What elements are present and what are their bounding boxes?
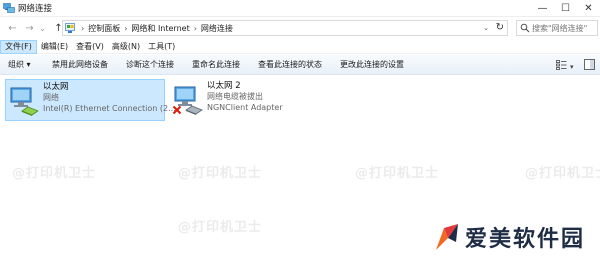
title-bar: 网络连接 — ☐ ✕ <box>0 0 600 17</box>
organize-button[interactable]: 组织 ▾ <box>8 55 31 75</box>
breadcrumb-network-connections[interactable]: 网络连接 <box>201 23 233 34</box>
menu-file[interactable]: 文件(F) <box>0 39 37 54</box>
breadcrumb-separator: › <box>124 23 128 33</box>
diagnose-connection-button[interactable]: 诊断这个连接 <box>126 55 174 75</box>
watermark-text: @打印机卫士 <box>355 166 440 181</box>
connection-item-ethernet[interactable]: 以太网 网络 Intel(R) Ethernet Connection (2..… <box>5 79 176 121</box>
back-arrow-icon[interactable]: ← <box>6 19 19 37</box>
connection-status: 网络电缆被拔出 <box>207 92 263 101</box>
search-icon <box>520 23 530 33</box>
network-connections-icon <box>3 2 15 14</box>
refresh-icon[interactable]: ↻ <box>496 22 504 33</box>
watermark-text: @打印机卫士 <box>525 166 600 181</box>
rename-connection-button[interactable]: 重命名此连接 <box>192 55 240 75</box>
close-button[interactable]: ✕ <box>577 0 600 17</box>
control-panel-icon <box>65 22 77 34</box>
menu-bar: 文件(F) 编辑(E) 查看(V) 高级(N) 工具(T) <box>0 39 600 54</box>
address-dropdown-icon[interactable]: ⌄ <box>483 24 489 32</box>
menu-view[interactable]: 查看(V) <box>72 40 108 54</box>
brand-name: 爱美软件园 <box>465 227 586 252</box>
disable-device-button[interactable]: 禁用此网络设备 <box>52 55 108 75</box>
network-adapter-icon <box>8 83 40 117</box>
change-settings-button[interactable]: 更改此连接的设置 <box>340 55 404 75</box>
connection-name: 以太网 <box>43 82 69 92</box>
connection-item-ethernet-2[interactable]: 以太网 2 网络电缆被拔出 NGNClient Adapter <box>170 79 330 121</box>
breadcrumb-separator: › <box>193 23 197 33</box>
brand-watermark: 爱美软件园 <box>434 221 585 253</box>
breadcrumb-control-panel[interactable]: 控制面板 <box>88 23 120 34</box>
maximize-button[interactable]: ☐ <box>554 0 577 17</box>
breadcrumb-separator: › <box>81 23 85 33</box>
breadcrumb-network-internet[interactable]: 网络和 Internet <box>131 23 189 34</box>
search-input[interactable] <box>532 23 596 33</box>
recent-locations-icon[interactable]: ⌄ <box>36 19 49 37</box>
menu-tools[interactable]: 工具(T) <box>144 40 179 54</box>
connection-adapter: Intel(R) Ethernet Connection (2... <box>43 103 176 113</box>
menu-edit[interactable]: 编辑(E) <box>37 40 72 54</box>
watermark-text: @打印机卫士 <box>178 166 263 181</box>
minimize-button[interactable]: — <box>531 0 554 17</box>
view-status-button[interactable]: 查看此连接的状态 <box>258 55 322 75</box>
forward-arrow-icon[interactable]: → <box>23 19 36 37</box>
connection-status: 网络 <box>43 93 59 102</box>
view-options-dropdown[interactable]: ▾ <box>570 63 574 71</box>
menu-advanced[interactable]: 高级(N) <box>108 40 144 54</box>
change-view-icon[interactable] <box>556 60 567 73</box>
watermark-text: @打印机卫士 <box>12 166 97 181</box>
brand-logo-icon <box>434 222 460 252</box>
connection-name: 以太网 2 <box>207 81 241 91</box>
preview-pane-icon[interactable] <box>584 59 595 73</box>
disconnected-x-icon <box>172 105 182 118</box>
navigation-bar: ← → ⌄ ↑ › 控制面板 › 网络和 Internet › 网络连接 ⌄ ↻ <box>0 17 600 39</box>
search-box[interactable] <box>516 20 598 36</box>
window-title: 网络连接 <box>18 4 53 14</box>
command-bar: 组织 ▾ 禁用此网络设备 诊断这个连接 重命名此连接 查看此连接的状态 更改此连… <box>0 55 600 75</box>
watermark-text: @打印机卫士 <box>178 220 263 235</box>
connection-adapter: NGNClient Adapter <box>207 102 283 112</box>
address-bar[interactable]: › 控制面板 › 网络和 Internet › 网络连接 ⌄ ↻ <box>62 20 508 36</box>
